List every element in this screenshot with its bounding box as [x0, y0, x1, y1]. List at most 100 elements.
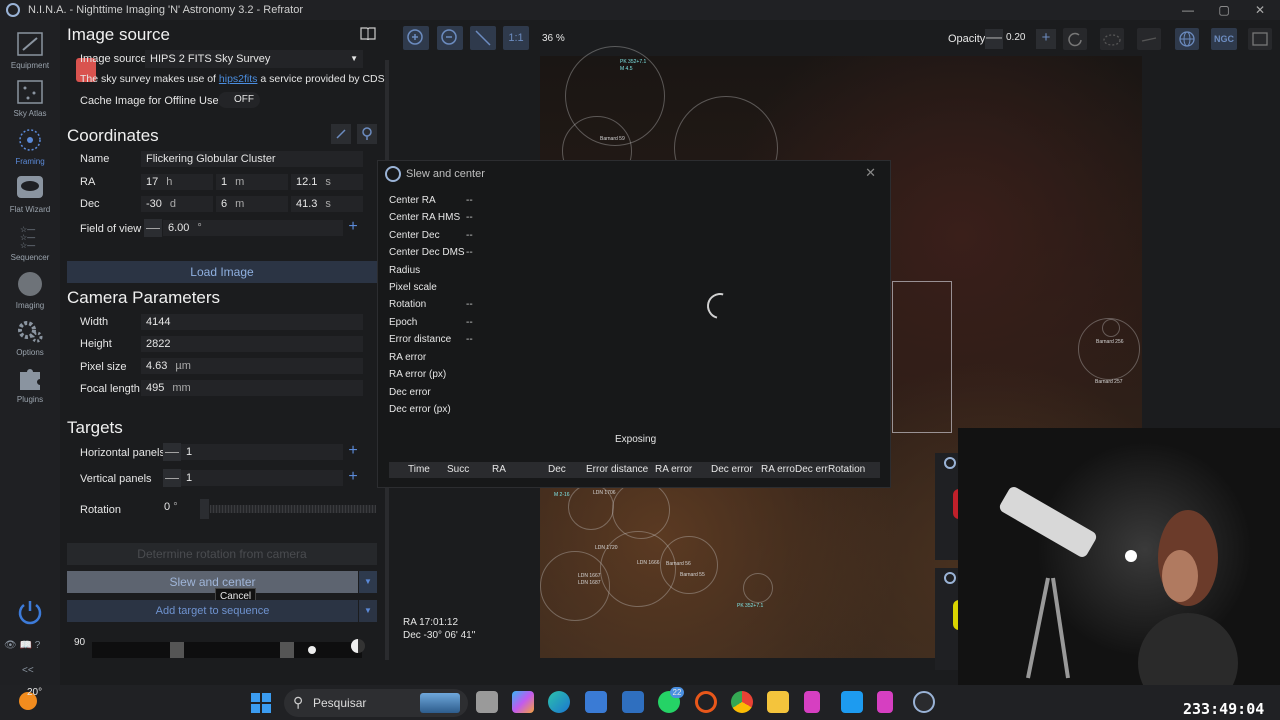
rotate-button[interactable] [1063, 28, 1087, 50]
column-ra-error[interactable]: RA error [655, 464, 692, 475]
vpanels-decrease-button[interactable]: — [163, 469, 181, 487]
close-icon[interactable]: ✕ [865, 165, 876, 181]
dec-seconds-field[interactable]: 41.3 s [291, 196, 363, 212]
taskbar-search-box[interactable]: ⚲ Pesquisar [284, 689, 468, 717]
ra-hours-field[interactable]: 17 h [141, 174, 213, 190]
column-time[interactable]: Time [408, 464, 430, 475]
dec-degrees-field[interactable]: -30 d [141, 196, 213, 212]
zoom-in-button[interactable] [403, 26, 429, 50]
location-button[interactable] [357, 124, 377, 144]
horizontal-panels-label: Horizontal panels [80, 447, 165, 459]
nav-label: Equipment [10, 61, 50, 70]
nav-sequencer[interactable]: ☆— ☆— ☆— Sequencer [0, 222, 60, 268]
column-success[interactable]: Succ [447, 464, 471, 475]
rotation-slider-track[interactable] [210, 505, 376, 513]
add-target-dropdown-button[interactable]: ▼ [359, 600, 377, 622]
dialog-status: Exposing [615, 434, 657, 445]
store-icon[interactable] [585, 691, 607, 713]
close-window-button[interactable]: ✕ [1250, 2, 1270, 18]
column-dec[interactable]: Dec [548, 464, 566, 475]
slew-and-center-button[interactable]: Slew and center [67, 571, 358, 593]
map-pin-icon [362, 127, 372, 140]
app-icon-pink[interactable] [804, 691, 820, 713]
vpanels-increase-button[interactable]: + [344, 469, 362, 487]
focal-length-field[interactable]: 495 mm [141, 380, 363, 396]
name-field[interactable]: Flickering Globular Cluster [141, 151, 363, 167]
side-dock-panel [935, 568, 959, 670]
nav-options[interactable]: Options [0, 317, 60, 363]
framing-icon [19, 129, 41, 151]
app-icon-box[interactable] [622, 691, 644, 713]
column-ra-error-px[interactable]: RA erro [761, 464, 795, 475]
nav-sky-atlas[interactable]: Sky Atlas [0, 78, 60, 124]
cloud-overlay-button[interactable] [1100, 28, 1124, 50]
rotation-label: Rotation [80, 504, 121, 516]
radius-label: Radius [389, 265, 421, 276]
pin-object-button[interactable] [331, 124, 351, 144]
windows-start-icon[interactable] [251, 693, 271, 713]
zoom-out-button[interactable] [437, 26, 463, 50]
fit-to-screen-button[interactable] [470, 26, 496, 50]
copilot-icon[interactable] [512, 691, 534, 713]
framing-rectangle[interactable] [892, 281, 952, 433]
opacity-increase-button[interactable]: + [1036, 29, 1056, 49]
fov-increase-button[interactable]: + [344, 219, 362, 237]
hpanels-decrease-button[interactable]: — [163, 443, 181, 461]
load-image-button[interactable]: Load Image [67, 261, 377, 283]
grid-button[interactable] [1175, 28, 1199, 50]
hpanels-increase-button[interactable]: + [344, 443, 362, 461]
rotation-value[interactable]: 0 ° [164, 501, 178, 513]
edge-icon[interactable] [548, 691, 570, 713]
column-rotation[interactable]: Rotation [828, 464, 865, 475]
origin-icon[interactable] [695, 691, 717, 713]
book-icon[interactable] [360, 26, 376, 40]
fov-field[interactable]: 6.00 ° [163, 220, 343, 236]
pixel-size-field[interactable]: 4.63 µm [141, 358, 363, 374]
sky-object-label: M 2-16 [554, 492, 570, 498]
ra-seconds-field[interactable]: 12.1 s [291, 174, 363, 190]
image-source-select[interactable]: HIPS 2 FITS Sky Survey ▼ [145, 50, 363, 68]
width-field[interactable]: 4144 [141, 314, 363, 330]
hips2fits-link[interactable]: hips2fits [219, 73, 258, 85]
ra-minutes-field[interactable]: 1m [216, 174, 288, 190]
boundaries-button[interactable] [1248, 28, 1272, 50]
collapse-nav-button[interactable]: << [22, 665, 34, 676]
add-target-to-sequence-button[interactable]: Add target to sequence [67, 600, 358, 622]
cache-toggle[interactable]: OFF [218, 92, 260, 108]
slew-dropdown-button[interactable]: ▼ [359, 571, 377, 593]
note-prefix: The sky survey makes use of [80, 73, 216, 85]
height-field[interactable]: 2822 [141, 336, 363, 352]
opacity-decrease-button[interactable]: — [985, 29, 1003, 49]
column-dec-error[interactable]: Dec error [711, 464, 753, 475]
note-suffix: a service provided by CDS [260, 73, 385, 85]
nav-equipment[interactable]: Equipment [0, 30, 60, 76]
nina-taskbar-icon[interactable] [913, 691, 935, 713]
constellation-button[interactable] [1137, 28, 1161, 50]
altitude-bar [280, 642, 294, 658]
nav-framing[interactable]: Framing [0, 126, 60, 172]
power-icon[interactable] [16, 598, 44, 626]
maximize-button[interactable]: ▢ [1214, 2, 1234, 18]
chrome-icon[interactable] [731, 691, 753, 713]
app-icon-pink-2[interactable] [877, 691, 893, 713]
column-ra[interactable]: RA [492, 464, 506, 475]
nav-label: Flat Wizard [9, 205, 51, 214]
column-error-distance[interactable]: Error distance [586, 464, 648, 475]
nav-flat-wizard[interactable]: Flat Wizard [0, 174, 60, 220]
hpanels-field[interactable]: 1 [181, 444, 343, 460]
column-dec-error-px[interactable]: Dec err [795, 464, 829, 475]
determine-rotation-button[interactable]: Determine rotation from camera [67, 543, 377, 565]
nav-imaging[interactable]: Imaging [0, 270, 60, 316]
vpanels-field[interactable]: 1 [181, 470, 343, 486]
rotation-slider-thumb[interactable] [200, 499, 209, 519]
minimize-button[interactable]: — [1178, 2, 1198, 18]
app-icon-blue[interactable] [841, 691, 863, 713]
actual-size-button[interactable]: 1:1 [503, 26, 529, 50]
task-view-icon[interactable] [476, 691, 498, 713]
dec-minutes-field[interactable]: 6m [216, 196, 288, 212]
file-explorer-icon[interactable] [767, 691, 789, 713]
opacity-value[interactable]: 0.20 [1006, 32, 1025, 43]
nav-plugins[interactable]: Plugins [0, 364, 60, 410]
fov-decrease-button[interactable]: — [144, 219, 162, 237]
ngc-button[interactable]: NGC [1211, 28, 1237, 50]
